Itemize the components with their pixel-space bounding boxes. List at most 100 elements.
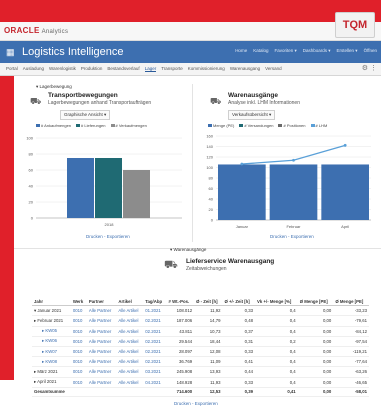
column-header[interactable]: Ø +/- Zeit [h] <box>222 297 256 307</box>
tab-bestandsverlauf[interactable]: Bestandsverlauf <box>107 66 139 72</box>
column-header[interactable]: Artikel <box>116 297 144 307</box>
tab-produktion[interactable]: Produktion <box>81 66 103 72</box>
settings-icon[interactable]: ⚙ ⋮ <box>362 64 377 72</box>
tab-ausladung[interactable]: Ausladung <box>23 66 44 72</box>
column-header[interactable]: # Wt.-Pos. <box>166 297 195 307</box>
table-cell: 12,53 <box>194 386 223 397</box>
chart-legend: Menge (PE) # Versandungen # Positionen #… <box>208 123 327 128</box>
table-cell: -79,61 <box>333 315 369 327</box>
table-cell: 43.811 <box>166 326 195 337</box>
view-dropdown[interactable]: Verkaufsübersicht ▾ <box>228 110 276 120</box>
table-cell: 0,4 <box>255 377 298 388</box>
section-warenausgaenge[interactable]: ▾ Warenausgänge <box>170 247 206 253</box>
table-row[interactable]: ▸ März 2021 0010 Alle Partner Alle Artikel 0… <box>32 366 369 378</box>
y-tick-label: 160 <box>206 134 213 139</box>
table-row[interactable]: ▾ Januar 2021 0010 Alle Partner Alle Artike… <box>32 305 369 317</box>
y-tick-label: 80 <box>29 152 34 157</box>
x-tick-label: Januar <box>236 224 249 229</box>
legend-label: # Lieferungen <box>81 123 106 128</box>
column-header[interactable]: Vk +/- Menge [%] <box>255 297 298 307</box>
table-cell: 0,4 <box>255 305 298 317</box>
tab-versand[interactable]: Versand <box>265 66 282 72</box>
table-cell[interactable]: ▾ Januar 2021 <box>32 305 71 317</box>
column-header[interactable]: Werk <box>70 297 87 307</box>
table-cell: 0,41 <box>255 386 298 397</box>
table-cell: -58,01 <box>333 386 369 397</box>
table-cell: 0010 <box>70 356 87 368</box>
tab-portal[interactable]: Portal <box>6 66 18 72</box>
legend-item: # Verkaufmengen <box>110 123 147 128</box>
column-header[interactable]: Partner <box>86 297 117 307</box>
table-cell: 108.012 <box>166 305 195 317</box>
legend-label: # Ankaufmengen <box>41 123 72 128</box>
table-cell: Alle Artikel <box>116 366 144 378</box>
truck-icon: ⛟ <box>164 259 178 271</box>
table-cell[interactable]: ▸ KW07 <box>32 346 71 358</box>
panel-subtitle: Analyse inkl. LHM Informationen <box>228 100 300 106</box>
nav-dashboards[interactable]: Dashboards ▾ <box>303 48 331 54</box>
table-row[interactable]: ▸ Februar 2021 0010 Alle Partner Alle Artik… <box>32 315 369 327</box>
table-cell <box>70 386 87 397</box>
table-cell: 0,00 <box>297 346 334 358</box>
tab-lager[interactable]: Lager <box>144 66 157 72</box>
section-lagerbewegung[interactable]: ▾ Lagerbewegung <box>36 84 72 90</box>
table-cell: 0,00 <box>297 366 334 378</box>
legend-item: # Ankaufmengen <box>36 123 71 128</box>
table-cell[interactable]: ▸ KW08 <box>32 356 71 368</box>
bar[interactable] <box>95 158 122 218</box>
y-tick-label: 0 <box>31 216 34 221</box>
page-tabs: Portal Ausladung Warenlogistik Produktion Be… <box>6 66 282 72</box>
grid-icon[interactable]: ▦ <box>6 47 16 57</box>
tqm-logo[interactable]: TQM <box>335 12 375 38</box>
line-point[interactable] <box>343 143 347 147</box>
table-cell: Alle Partner <box>86 315 117 327</box>
column-header[interactable]: Ø - Zeit [h] <box>194 297 223 307</box>
tab-transporte[interactable]: Transporte <box>161 66 183 72</box>
panel-title: Lieferservice Warenausgang <box>186 258 275 265</box>
tab-warenlogistik[interactable]: Warenlogistik <box>49 66 76 72</box>
table-cell: 0,00 <box>297 386 334 397</box>
table-cell[interactable]: ▸ KW05 <box>32 326 71 337</box>
table-cell: 0,41 <box>222 356 256 368</box>
table-cell: 02.2021 <box>143 326 167 337</box>
bar[interactable] <box>123 170 150 218</box>
line-point[interactable] <box>240 162 244 166</box>
column-header[interactable]: Ø Menge [PE] <box>333 297 369 307</box>
legend-item: Menge (PE) <box>208 123 234 128</box>
table-row[interactable]: ▸ KW05 0010 Alle Partner Alle Artikel 02.202… <box>32 326 369 337</box>
bar[interactable] <box>67 158 94 218</box>
bar[interactable] <box>321 164 369 220</box>
table-cell: 0,00 <box>297 336 334 347</box>
y-tick-label: 20 <box>209 207 214 212</box>
table-cell[interactable]: ▸ Februar 2021 <box>32 315 71 327</box>
table-row[interactable]: ▸ KW08 0010 Alle Partner Alle Artikel 02.202… <box>32 356 369 368</box>
column-header[interactable]: Jahr <box>32 297 71 307</box>
tab-kommissionierung[interactable]: Kommissionierung <box>188 66 225 72</box>
line-point[interactable] <box>292 158 295 162</box>
table-cell: 10,73 <box>194 326 223 337</box>
table-cell[interactable]: ▸ März 2021 <box>32 366 71 378</box>
nav-home[interactable]: Home <box>235 48 247 54</box>
bar[interactable] <box>269 164 318 220</box>
table-row[interactable]: ▸ KW07 0010 Alle Partner Alle Artikel 02.202… <box>32 346 369 358</box>
truck-icon: ⛟ <box>30 96 42 106</box>
nav-favoriten[interactable]: Favoriten ▾ <box>274 48 296 54</box>
table-cell[interactable]: ▸ KW06 <box>32 336 71 347</box>
column-header[interactable]: Tag/Abp <box>143 297 167 307</box>
tab-warenausgang[interactable]: Warenausgang <box>230 66 260 72</box>
column-header[interactable]: Ø Menge [PE] <box>297 297 334 307</box>
bar[interactable] <box>218 164 266 220</box>
nav-erstellen[interactable]: Erstellen ▾ <box>337 48 358 54</box>
table-cell: Alle Artikel <box>116 315 144 327</box>
export-link[interactable]: Drucken - Exportieren <box>174 401 218 406</box>
table-cell: Alle Artikel <box>116 326 144 337</box>
view-dropdown[interactable]: Graphische Ansicht ▾ <box>60 110 111 120</box>
table-cell[interactable]: ▸ April 2021 <box>32 377 71 388</box>
table-row[interactable]: ▸ KW06 0010 Alle Partner Alle Artikel 02.202… <box>32 336 369 347</box>
export-link[interactable]: Drucken - Exportieren <box>86 234 130 239</box>
nav-oeffnen[interactable]: Öffnen <box>364 48 377 54</box>
table-row[interactable]: ▸ April 2021 0010 Alle Partner Alle Artikel… <box>32 377 369 388</box>
export-link[interactable]: Drucken - Exportieren <box>270 234 314 239</box>
table-cell <box>143 386 167 397</box>
nav-katalog[interactable]: Katalog <box>253 48 268 54</box>
